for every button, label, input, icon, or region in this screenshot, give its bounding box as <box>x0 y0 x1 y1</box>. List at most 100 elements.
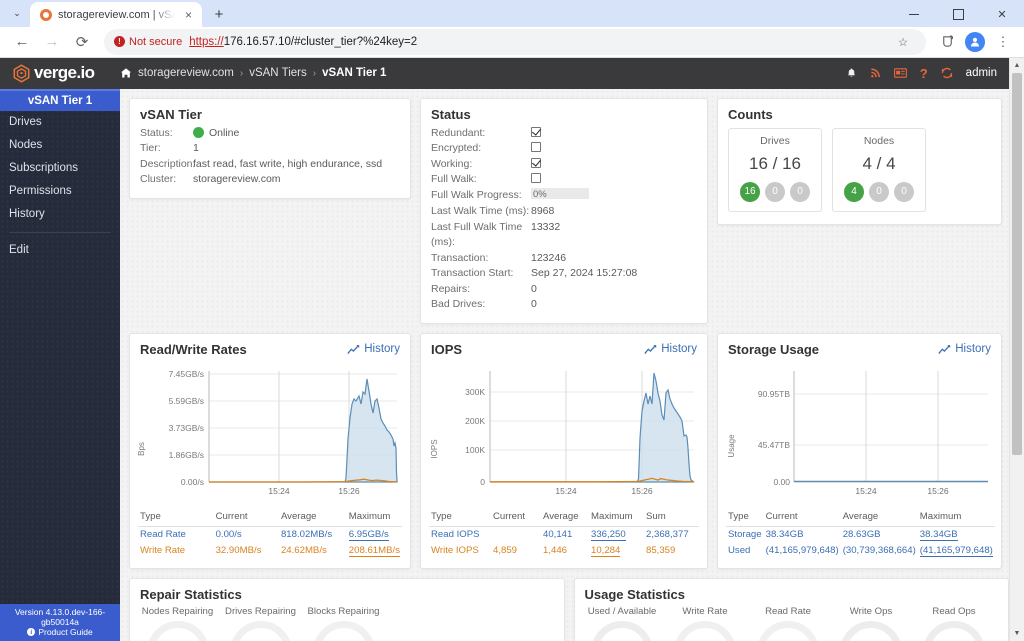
cell-maximum[interactable]: 208.61MB/s <box>347 543 402 559</box>
new-tab-button[interactable]: + <box>206 2 232 27</box>
count-box-nodes[interactable]: Nodes 4 / 4 4 0 0 <box>832 127 926 212</box>
count-pills: 16 0 0 <box>729 181 821 202</box>
summary-row: vSAN Tier Status: Online Tier: 1 Descrip… <box>129 97 1009 324</box>
scrollbar-thumb[interactable] <box>1012 72 1022 455</box>
breadcrumb-item-0[interactable]: storagereview.com <box>138 67 234 79</box>
close-window-button[interactable]: ✕ <box>980 0 1024 28</box>
field-label: Repairs: <box>431 282 471 295</box>
cell-average: 1,446 <box>543 545 568 557</box>
cell-maximum[interactable]: 336,250 <box>589 526 644 543</box>
gauge-label: Drives Repairing <box>225 605 296 617</box>
profile-avatar[interactable] <box>962 29 988 55</box>
history-label: History <box>955 343 991 356</box>
checkbox-icon[interactable] <box>531 126 541 137</box>
gauge-value: 0/s <box>757 620 819 641</box>
pill-warning: 0 <box>765 181 785 202</box>
extensions-icon[interactable] <box>934 29 960 55</box>
user-label[interactable]: admin <box>966 67 997 79</box>
minimize-button[interactable] <box>892 0 936 28</box>
checkbox-icon[interactable] <box>531 157 541 168</box>
cell-sum: 85,359 <box>646 545 676 557</box>
chart-header: IOPS History <box>421 334 707 359</box>
progress-bar: 0% <box>531 187 589 200</box>
chart-header: Read/Write Rates History <box>130 334 410 359</box>
iops-card: IOPS History IOPS 300K 200K 100K 0 15:24… <box>420 332 708 569</box>
cell-type[interactable]: Write Rate <box>138 543 214 559</box>
field-label: Last Walk Time (ms): <box>431 205 530 218</box>
cell-maximum[interactable]: 10,284 <box>589 543 644 559</box>
cell-current: 4,859 <box>493 545 518 557</box>
cell-current: (41,165,979,648) <box>765 545 839 557</box>
status-text: Online <box>209 126 240 139</box>
reload-icon[interactable]: ⟳ <box>68 28 96 56</box>
browser-toolbar: ← → ⟳ ! Not secure https://176.16.57.10/… <box>0 27 1024 58</box>
sidebar-item-edit[interactable]: Edit <box>0 239 120 262</box>
gauge-nodes-repairing: Nodes Repairing 0 <box>140 606 215 641</box>
cell-maximum[interactable]: (41,165,979,648) <box>918 543 995 559</box>
col-sum: Sum <box>644 508 699 527</box>
bookmark-star-icon[interactable]: ☆ <box>890 29 916 55</box>
gauge-value: 0 <box>312 620 375 641</box>
home-icon[interactable] <box>120 67 132 79</box>
field-label: Encrypted: <box>431 142 482 155</box>
breadcrumb: storagereview.com › vSAN Tiers › vSAN Ti… <box>120 67 386 79</box>
gauge-label: Write Ops <box>849 605 893 617</box>
cell-current: 38.34GB <box>765 529 804 541</box>
product-guide-link[interactable]: i Product Guide <box>0 627 120 637</box>
app-header: verge.io storagereview.com › vSAN Tiers … <box>0 57 1009 89</box>
sidebar-item-permissions[interactable]: Permissions <box>0 180 120 203</box>
gauge-label: Nodes Repairing <box>141 605 214 617</box>
page-scrollbar[interactable]: ▲ ▼ <box>1009 57 1024 641</box>
back-icon[interactable]: ← <box>8 28 36 56</box>
favicon-icon <box>39 8 52 21</box>
verge-logo[interactable]: verge.io <box>8 63 120 83</box>
sidebar-item-vsan-tier-1[interactable]: vSAN Tier 1 <box>0 88 120 111</box>
cell-type[interactable]: Read IOPS <box>429 526 491 543</box>
not-secure-badge[interactable]: ! Not secure <box>114 36 182 48</box>
url-rest: 176.16.57.10/#cluster_tier?%24key=2 <box>223 35 418 48</box>
address-bar[interactable]: ! Not secure https://176.16.57.10/#clust… <box>104 28 926 55</box>
count-box-drives[interactable]: Drives 16 / 16 16 0 0 <box>728 127 822 212</box>
checkbox-icon[interactable] <box>531 142 541 153</box>
svg-text:15:26: 15:26 <box>631 486 653 496</box>
close-icon[interactable]: × <box>181 7 196 22</box>
history-link[interactable]: History <box>644 343 697 355</box>
cell-maximum[interactable]: 38.34GB <box>918 526 995 543</box>
rss-icon[interactable] <box>870 67 881 79</box>
sidebar-item-history[interactable]: History <box>0 203 120 226</box>
field-value: 0% <box>531 187 589 205</box>
browser-tab[interactable]: storagereview.com | vSAN Tier × <box>30 2 202 27</box>
cell-type[interactable]: Storage <box>726 526 764 543</box>
sidebar-item-subscriptions[interactable]: Subscriptions <box>0 157 120 180</box>
pill-online: 16 <box>740 181 760 202</box>
history-link[interactable]: History <box>938 343 991 355</box>
sidebar-item-nodes[interactable]: Nodes <box>0 134 120 157</box>
forward-icon[interactable]: → <box>38 28 66 56</box>
cell-type[interactable]: Used <box>726 543 764 559</box>
cell-type[interactable]: Write IOPS <box>429 543 491 559</box>
cell-type[interactable]: Read Rate <box>138 526 214 543</box>
scroll-down-arrow-icon[interactable]: ▼ <box>1010 626 1024 641</box>
refresh-icon[interactable] <box>941 67 953 79</box>
svg-text:7.45GB/s: 7.45GB/s <box>169 369 204 379</box>
gauge-value: 0.03% <box>591 620 653 641</box>
history-link[interactable]: History <box>347 343 400 355</box>
sidebar-item-drives[interactable]: Drives <box>0 111 120 134</box>
maximize-button[interactable] <box>936 0 980 28</box>
cell-maximum[interactable]: 6.95GB/s <box>347 526 402 543</box>
browser-menu-icon[interactable]: ⋮ <box>990 29 1016 55</box>
pill-warning: 0 <box>869 181 889 202</box>
history-label: History <box>661 343 697 356</box>
statistics-row: Repair Statistics Nodes Repairing 0 Driv… <box>129 577 1009 641</box>
status-row-repairs: Repairs: 0 <box>421 282 707 298</box>
bell-icon[interactable] <box>846 67 857 79</box>
checkbox-icon[interactable] <box>531 173 541 184</box>
app-body: vSAN Tier 1 Drives Nodes Subscriptions P… <box>0 88 1009 641</box>
tab-search-icon[interactable]: ⌄ <box>4 0 30 26</box>
help-icon[interactable]: ? <box>920 66 928 81</box>
notes-icon[interactable] <box>893 67 907 79</box>
scroll-up-arrow-icon[interactable]: ▲ <box>1010 58 1024 73</box>
breadcrumb-item-1[interactable]: vSAN Tiers <box>249 67 307 79</box>
vsan-tier-title: vSAN Tier <box>140 106 202 122</box>
table-row: Write Rate 32.90MB/s 24.62MB/s 208.61MB/… <box>138 543 402 559</box>
